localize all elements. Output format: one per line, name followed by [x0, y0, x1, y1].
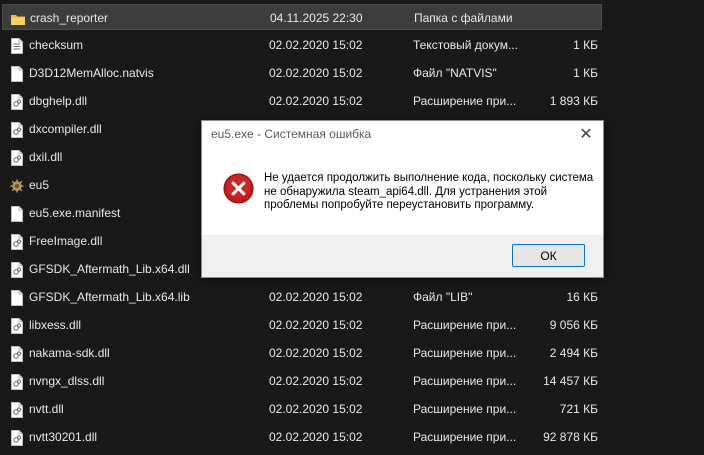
file-size: 2 494 КБ [549, 346, 598, 360]
file-size: 721 КБ [559, 402, 598, 416]
dll-file-icon [10, 121, 24, 138]
file-name: eu5.exe.manifest [29, 206, 121, 220]
dll-file-icon [10, 149, 24, 166]
file-name: nvtt.dll [29, 402, 64, 416]
file-row[interactable]: crash_reporter 04.11.2025 22:30 Папка с фа… [2, 4, 602, 30]
dll-file-icon [10, 317, 24, 334]
file-type: Расширение при... [413, 318, 517, 332]
file-date: 02.02.2020 15:02 [269, 38, 363, 52]
text-file-icon [10, 37, 24, 54]
file-date: 04.11.2025 22:30 [270, 11, 363, 25]
error-icon [223, 173, 254, 204]
folder-icon [11, 10, 25, 26]
file-row[interactable]: nvtt.dll 02.02.2020 15:02 Расширение при..… [2, 396, 602, 422]
file-type: Расширение при... [413, 374, 517, 388]
file-row[interactable]: GFSDK_Aftermath_Lib.x64.lib 02.02.2020 15… [2, 284, 602, 310]
file-date: 02.02.2020 15:02 [269, 430, 363, 444]
file-row[interactable]: libxess.dll 02.02.2020 15:02 Расширение пр… [2, 312, 602, 338]
file-name: crash_reporter [30, 11, 109, 25]
file-name: dbghelp.dll [29, 94, 88, 108]
file-type: Расширение при... [413, 430, 517, 444]
file-icon [10, 205, 24, 222]
file-name: GFSDK_Aftermath_Lib.x64.lib [29, 290, 190, 304]
dll-file-icon [10, 429, 24, 446]
file-icon [10, 289, 24, 306]
file-row[interactable]: dbghelp.dll 02.02.2020 15:02 Расширение пр… [2, 88, 602, 114]
dll-file-icon [10, 93, 24, 110]
file-type: Папка с файлами [414, 11, 513, 25]
file-name: checksum [29, 38, 84, 52]
file-type: Расширение при... [413, 402, 517, 416]
file-date: 02.02.2020 15:02 [269, 66, 363, 80]
file-name: D3D12MemAlloc.natvis [29, 66, 154, 80]
file-type: Файл "NATVIS" [413, 66, 497, 80]
file-name: libxess.dll [29, 318, 82, 332]
file-type: Текстовый докум... [413, 38, 518, 52]
file-size: 1 КБ [573, 66, 598, 80]
error-message: Не удается продолжить выполнение кода, п… [264, 172, 594, 211]
file-row[interactable]: nakama-sdk.dll 02.02.2020 15:02 Расширение… [2, 340, 602, 366]
file-name: nakama-sdk.dll [29, 346, 110, 360]
error-dialog: eu5.exe - Системная ошибка ✕ Не удается … [201, 120, 604, 278]
app-exe-icon [10, 177, 24, 193]
file-size: 1 КБ [573, 38, 598, 52]
file-date: 02.02.2020 15:02 [269, 318, 363, 332]
file-row[interactable]: nvtt30201.dll 02.02.2020 15:02 Расширение … [2, 424, 602, 450]
file-name: GFSDK_Aftermath_Lib.x64.dll [29, 262, 190, 276]
file-size: 92 878 КБ [543, 430, 598, 444]
file-date: 02.02.2020 15:02 [269, 94, 363, 108]
file-date: 02.02.2020 15:02 [269, 374, 363, 388]
dialog-title: eu5.exe - Системная ошибка [211, 127, 372, 141]
file-size: 14 457 КБ [543, 374, 598, 388]
dll-file-icon [10, 401, 24, 418]
file-name: dxcompiler.dll [29, 122, 102, 136]
file-type: Расширение при... [413, 94, 517, 108]
dll-file-icon [10, 373, 24, 390]
file-row[interactable]: nvngx_dlss.dll 02.02.2020 15:02 Расширение… [2, 368, 602, 394]
file-size: 16 КБ [566, 290, 598, 304]
file-row[interactable]: checksum 02.02.2020 15:02 Текстовый докум.… [2, 32, 602, 58]
file-size: 9 056 КБ [549, 318, 598, 332]
file-date: 02.02.2020 15:02 [269, 290, 363, 304]
file-type: Расширение при... [413, 346, 517, 360]
ok-button[interactable]: ОК [512, 244, 585, 267]
file-size: 1 893 КБ [549, 94, 598, 108]
file-name: FreeImage.dll [29, 234, 103, 248]
file-name: nvngx_dlss.dll [29, 374, 105, 388]
file-date: 02.02.2020 15:02 [269, 346, 363, 360]
dll-file-icon [10, 261, 24, 278]
close-button[interactable]: ✕ [575, 125, 597, 145]
file-name: nvtt30201.dll [29, 430, 98, 444]
dll-file-icon [10, 345, 24, 362]
file-date: 02.02.2020 15:02 [269, 402, 363, 416]
file-row[interactable]: D3D12MemAlloc.natvis 02.02.2020 15:02 Файл… [2, 60, 602, 86]
file-type: Файл "LIB" [413, 290, 473, 304]
file-name: eu5 [29, 178, 50, 192]
file-icon [10, 65, 24, 82]
dll-file-icon [10, 233, 24, 250]
file-name: dxil.dll [29, 150, 63, 164]
